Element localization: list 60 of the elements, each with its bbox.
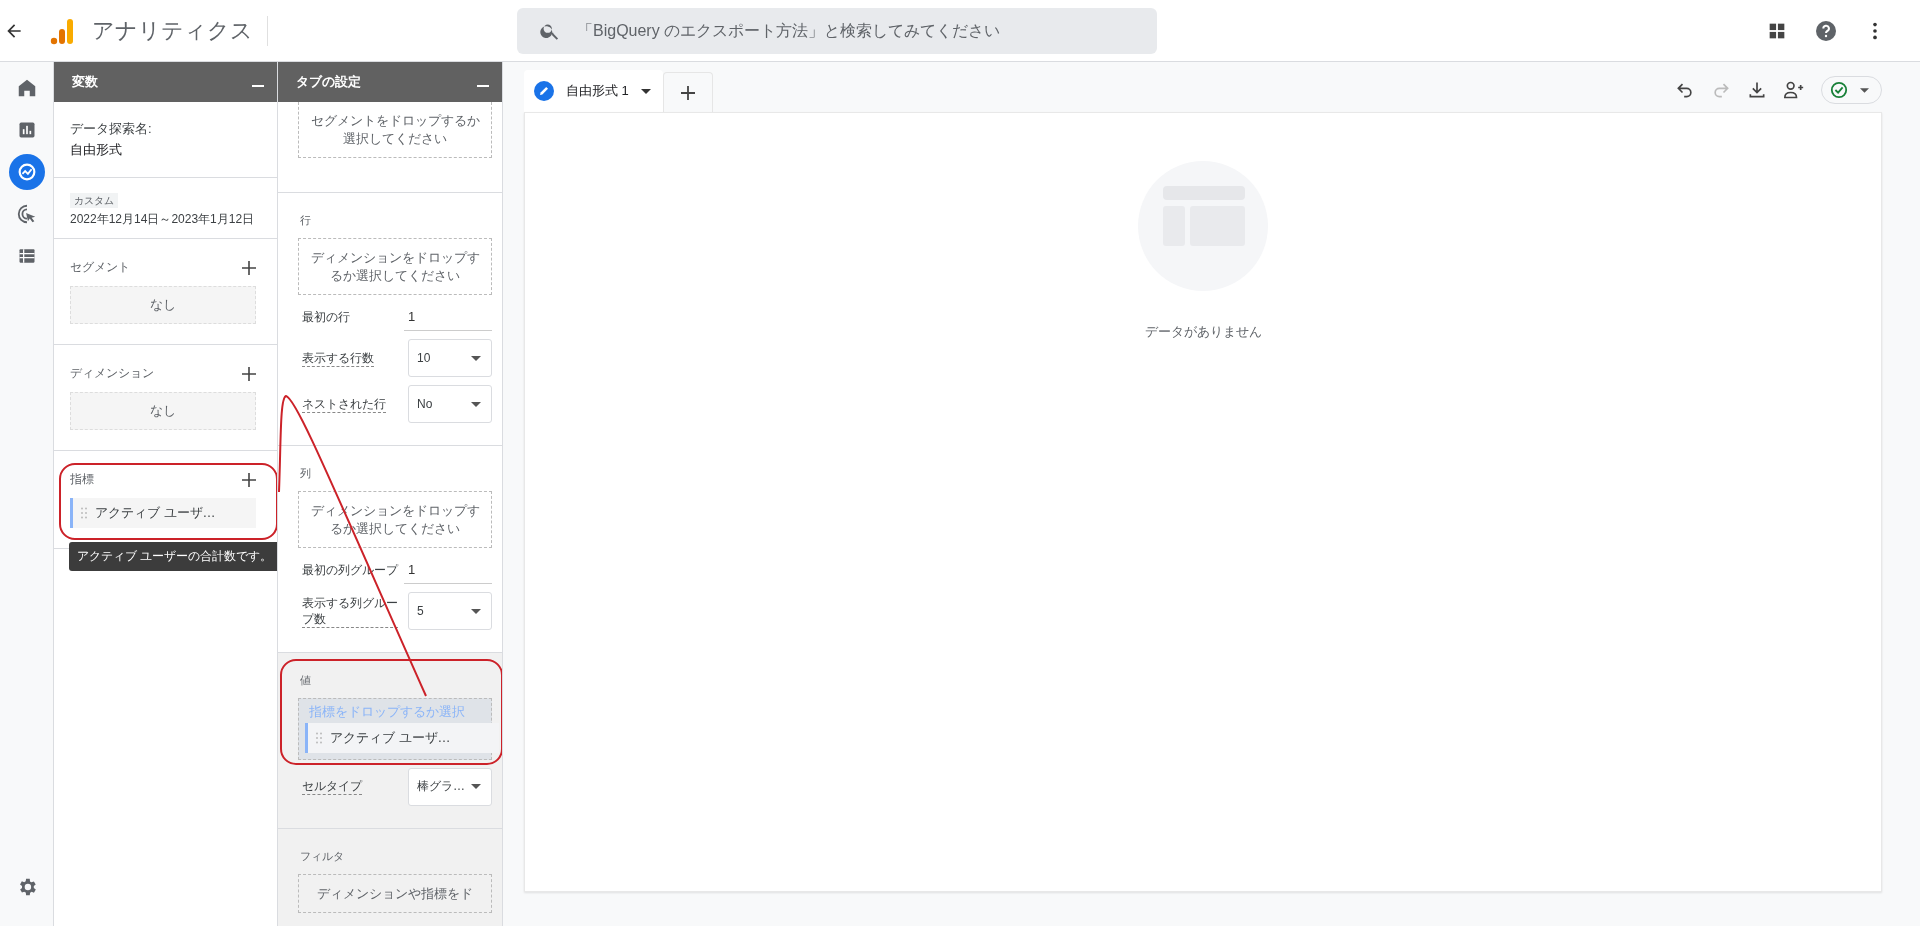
search-field[interactable]: 「BigQuery のエクスポート方法」と検索してみてください <box>517 7 1157 54</box>
section-label: ディメンション <box>70 365 154 382</box>
dropdown[interactable]: 5 <box>408 592 492 631</box>
add-icon[interactable] <box>241 365 257 382</box>
number-field[interactable]: 1 <box>404 303 492 332</box>
logo-icon <box>50 16 74 45</box>
drop-zone[interactable]: ディメンションをドロップするか選択してください <box>298 238 492 296</box>
caret-icon <box>471 401 481 407</box>
dropdown[interactable]: 10 <box>408 339 492 378</box>
dropdown[interactable]: 棒グラ… <box>408 767 492 806</box>
section-label: 列 <box>300 466 312 482</box>
drag-handle-icon <box>316 731 322 744</box>
field-label: セルタイプ <box>302 778 362 796</box>
dropdown[interactable]: No <box>408 385 492 424</box>
check-circle-icon <box>1830 81 1848 99</box>
dragged-metric-chip[interactable]: アクティブ ユーザ… <box>305 722 499 753</box>
section-label: 値 <box>300 673 312 689</box>
drop-zone-hint: セグメントをドロップするか選択してください <box>310 113 480 146</box>
drop-zone-hint: ディメンションをドロップするか選択してください <box>310 250 480 283</box>
drop-zone[interactable]: セグメントをドロップするか選択してください <box>298 102 492 159</box>
caret-icon <box>471 355 481 361</box>
editor-tab[interactable]: 自由形式 1 <box>524 70 663 112</box>
drag-handle-icon <box>81 507 87 519</box>
metric-chip[interactable]: アクティブ ユーザ… <box>70 498 256 528</box>
field-label: 最初の行 <box>302 309 350 326</box>
help-icon[interactable] <box>1814 18 1838 43</box>
exploration-name-label: データ探索名: <box>70 120 153 138</box>
download-icon[interactable] <box>1747 80 1767 100</box>
caret-icon <box>640 88 651 94</box>
exploration-name[interactable]: 自由形式 <box>70 141 261 159</box>
add-icon[interactable] <box>241 259 257 276</box>
drop-zone[interactable]: ディメンションや指標をド <box>298 873 492 914</box>
target-cursor-icon <box>15 203 38 225</box>
app-title: アナリティクス <box>92 15 268 46</box>
date-range[interactable]: 2022年12月14日～2023年1月12日 <box>70 211 271 228</box>
drop-zone-hint: ディメンションや指標をド <box>317 885 473 901</box>
field-label: ネストされた行 <box>302 395 386 413</box>
empty-state-message: データがありません <box>1144 323 1262 341</box>
add-tab-button[interactable] <box>662 72 713 112</box>
drop-zone-hint: 指標をドロップするか選択 <box>308 703 466 721</box>
empty-slot[interactable]: なし <box>70 286 256 324</box>
tooltip: アクティブ ユーザーの合計数です。 <box>69 542 277 571</box>
section-label: フィルタ <box>300 848 345 864</box>
caret-icon <box>1860 87 1869 93</box>
caret-icon <box>471 784 481 790</box>
section-label: 行 <box>300 213 312 229</box>
pencil-icon <box>534 81 554 101</box>
date-badge: カスタム <box>70 193 118 208</box>
caret-icon <box>471 608 481 614</box>
field-label: 表示する行数 <box>302 349 374 367</box>
panel-title: タブの設定 <box>296 73 361 91</box>
panel-title: 変数 <box>72 73 98 91</box>
add-icon[interactable] <box>241 471 257 488</box>
add-person-icon[interactable] <box>1783 80 1805 100</box>
nav-item-selected[interactable] <box>8 154 45 190</box>
number-field[interactable]: 1 <box>404 556 492 585</box>
section-label: セグメント <box>70 259 130 276</box>
section-label: 指標 <box>70 471 94 488</box>
empty-slot[interactable]: なし <box>70 392 256 430</box>
plus-icon <box>679 84 696 101</box>
